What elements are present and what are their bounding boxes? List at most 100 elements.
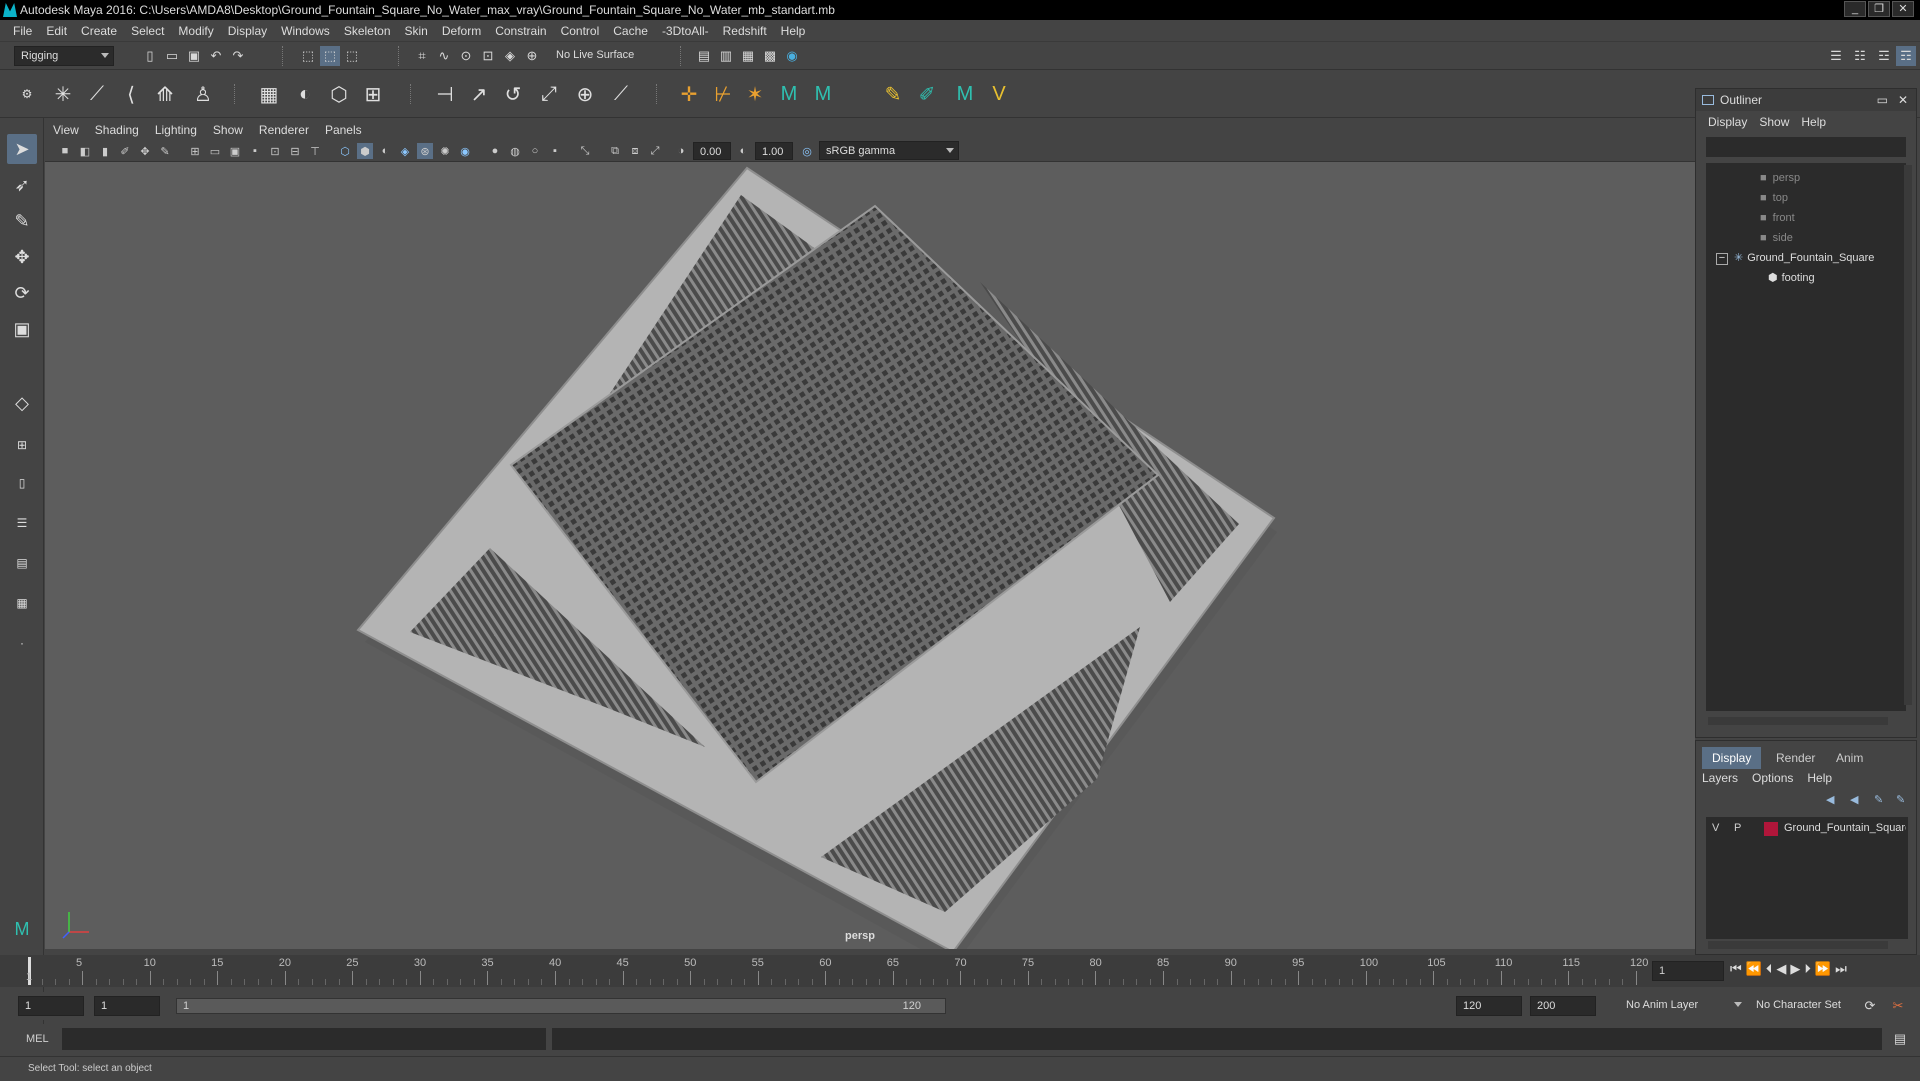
menu-cache[interactable]: Cache [606, 24, 655, 38]
collapse-icon[interactable]: − [1716, 253, 1728, 265]
joint-tool-icon[interactable]: ✳ [48, 79, 78, 109]
outliner-layout-icon[interactable]: ▯ [7, 468, 37, 498]
layer-menu-layers[interactable]: Layers [1702, 771, 1738, 785]
shadows-icon[interactable]: ✺ [437, 143, 453, 159]
motion-blur-icon[interactable]: ● [487, 143, 503, 159]
menu-3dtoall[interactable]: -3DtoAll- [655, 24, 716, 38]
film-gate-icon[interactable]: ▭ [207, 143, 223, 159]
backface-culling-icon[interactable]: ⤢ [647, 143, 663, 159]
menu-constrain[interactable]: Constrain [488, 24, 553, 38]
layer-playback-toggle[interactable]: P [1734, 822, 1741, 834]
minimize-button[interactable]: _ [1844, 1, 1866, 17]
paint-weights-icon[interactable]: ✎ [878, 79, 908, 109]
lasso-tool-icon[interactable]: ➶ [7, 170, 37, 200]
panel-menu-renderer[interactable]: Renderer [251, 123, 317, 137]
textured-icon[interactable]: ◈ [397, 143, 413, 159]
smooth-bind-icon[interactable]: ◐ [290, 79, 320, 109]
step-forward-frame-icon[interactable]: ⏵ [1804, 961, 1811, 977]
camera-attributes-icon[interactable]: ◧ [77, 143, 93, 159]
grid-icon[interactable]: ⊞ [187, 143, 203, 159]
snap-surface-icon[interactable]: ◈ [500, 46, 520, 66]
orient-constraint-icon[interactable]: ↺ [498, 79, 528, 109]
xray-icon[interactable]: ⤡ [577, 143, 593, 159]
select-camera-icon[interactable]: ■ [57, 143, 73, 159]
current-frame-field[interactable]: 1 [1652, 961, 1724, 981]
undo-icon[interactable]: ↶ [206, 46, 226, 66]
outliner-search-field[interactable] [1706, 137, 1906, 157]
menu-control[interactable]: Control [554, 24, 607, 38]
render-view-icon[interactable]: ▤ [694, 46, 714, 66]
close-icon[interactable]: ✕ [1898, 89, 1908, 111]
redo-icon[interactable]: ↷ [228, 46, 248, 66]
wrap-deformer-icon[interactable]: ⊞ [358, 79, 388, 109]
tab-render[interactable]: Render [1766, 747, 1825, 769]
soft-mod-icon[interactable]: ✶ [740, 79, 770, 109]
menu-skin[interactable]: Skin [398, 24, 435, 38]
panel-menu-show[interactable]: Show [205, 123, 251, 137]
exposure-field[interactable]: 0.00 [693, 142, 731, 160]
uv-layout-icon[interactable]: ▦ [7, 588, 37, 618]
outliner-item-ground-fountain[interactable]: − ✳ Ground_Fountain_Square [1716, 249, 1906, 267]
playback-end-field[interactable]: 120 [1456, 996, 1522, 1016]
panel-menu-view[interactable]: View [45, 123, 87, 137]
snap-live-icon[interactable]: ⊕ [522, 46, 542, 66]
gate-mask-icon[interactable]: ▪ [247, 143, 263, 159]
snap-view-icon[interactable]: ⊡ [478, 46, 498, 66]
isolate-select-icon[interactable]: ▪ [547, 143, 563, 159]
step-back-key-icon[interactable]: ⏪ [1746, 961, 1762, 977]
safe-action-icon[interactable]: ⊟ [287, 143, 303, 159]
new-scene-icon[interactable]: ▯ [140, 46, 160, 66]
menu-edit[interactable]: Edit [39, 24, 74, 38]
tool-settings-icon[interactable]: ☲ [1874, 46, 1894, 66]
layer-hscrollbar[interactable] [1708, 941, 1888, 949]
outliner-item-side[interactable]: ■ side [1760, 229, 1793, 247]
save-scene-icon[interactable]: ▣ [184, 46, 204, 66]
use-all-lights-icon[interactable]: ⊛ [417, 143, 433, 159]
bind-skin-icon[interactable]: ▦ [254, 79, 284, 109]
menu-deform[interactable]: Deform [435, 24, 488, 38]
menu-windows[interactable]: Windows [274, 24, 337, 38]
outliner-hscrollbar[interactable] [1708, 717, 1888, 725]
select-object-icon[interactable]: ⬚ [320, 46, 340, 66]
minimize-icon[interactable]: ▭ [1877, 89, 1888, 111]
menu-modify[interactable]: Modify [171, 24, 220, 38]
panel-menu-shading[interactable]: Shading [87, 123, 147, 137]
scale-tool-icon[interactable]: ▣ [7, 314, 37, 344]
bookmark-icon[interactable]: ▮ [97, 143, 113, 159]
outliner-scrollbar[interactable] [1904, 165, 1912, 705]
select-component-icon[interactable]: ⬚ [342, 46, 362, 66]
exposure-icon[interactable]: ◑ [673, 143, 689, 159]
image-plane-icon[interactable]: ✐ [117, 143, 133, 159]
outliner-item-persp[interactable]: ■ persp [1760, 169, 1800, 187]
menu-file[interactable]: File [6, 24, 39, 38]
close-button[interactable]: ✕ [1892, 1, 1914, 17]
start-time-field[interactable]: 1 [18, 996, 84, 1016]
step-back-frame-icon[interactable]: ⏴ [1766, 961, 1773, 977]
graph-layout-icon[interactable]: ☰ [7, 508, 37, 538]
tab-anim[interactable]: Anim [1826, 747, 1873, 769]
depth-of-field-icon[interactable]: ○ [527, 143, 543, 159]
anim-layer-dropdown[interactable]: No Anim Layer [1620, 996, 1746, 1016]
layer-menu-options[interactable]: Options [1752, 771, 1793, 785]
script-editor-icon[interactable]: ▤ [1890, 1029, 1910, 1049]
xray-active-icon[interactable]: ⧈ [627, 143, 643, 159]
vray-icon[interactable]: V [984, 79, 1014, 109]
single-view-layout-icon[interactable]: ◇ [7, 388, 37, 418]
layer-menu-help[interactable]: Help [1807, 771, 1832, 785]
snap-curve-icon[interactable]: ∿ [434, 46, 454, 66]
step-forward-key-icon[interactable]: ⏩ [1815, 961, 1831, 977]
viewport-persp[interactable]: persp [45, 162, 1695, 949]
layer-visibility-toggle[interactable]: V [1712, 822, 1719, 834]
modeling-toolkit-icon[interactable]: ☰ [1826, 46, 1846, 66]
select-hierarchy-icon[interactable]: ⬚ [298, 46, 318, 66]
shelf-options-icon[interactable]: ⚙ [12, 79, 42, 109]
outliner-header[interactable]: Outliner ▭ ✕ [1696, 89, 1916, 111]
view-transform-dropdown[interactable]: sRGB gamma [819, 141, 959, 160]
outliner-item-footing[interactable]: ⬢ footing [1768, 269, 1815, 287]
command-mode-label[interactable]: MEL [26, 1033, 49, 1045]
field-chart-icon[interactable]: ⊡ [267, 143, 283, 159]
menu-help[interactable]: Help [774, 24, 813, 38]
menuset-dropdown[interactable]: Rigging [14, 46, 114, 66]
open-scene-icon[interactable]: ▭ [162, 46, 182, 66]
gamma-field[interactable]: 1.00 [755, 142, 793, 160]
